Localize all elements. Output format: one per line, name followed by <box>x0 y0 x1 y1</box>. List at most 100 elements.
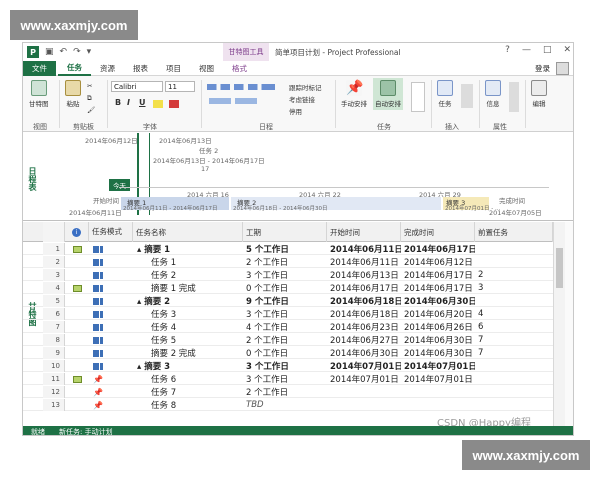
predecessors-cell[interactable] <box>475 399 553 411</box>
font-size-select[interactable]: 11 <box>165 81 195 92</box>
task-name-cell[interactable]: 任务 8 <box>133 399 243 411</box>
indicator-cell[interactable] <box>65 347 89 359</box>
tab-format[interactable]: 格式 <box>223 61 256 76</box>
timeline-pane[interactable]: 日程表 2014年06月12日 2014年06月13日 任务 2 2014年06… <box>23 133 573 221</box>
timeline-bar-summary1[interactable]: 摘要 1 2014年06月11日 - 2014年06月17日 <box>121 197 229 212</box>
indicator-cell[interactable] <box>65 386 89 398</box>
start-cell[interactable]: 2014年06月13日 <box>327 269 401 281</box>
task-name-cell[interactable]: 摘要 2 完成 <box>133 347 243 359</box>
table-row[interactable]: 13 📌 任务 8 TBD <box>23 399 553 411</box>
column-header-predecessors[interactable]: 前置任务 <box>475 222 553 242</box>
task-mode-cell[interactable] <box>89 256 133 268</box>
start-cell[interactable]: 2014年06月27日 <box>327 334 401 346</box>
task-name-cell[interactable]: 任务 1 <box>133 256 243 268</box>
start-cell[interactable]: 2014年06月18日 <box>327 308 401 320</box>
start-cell[interactable]: 2014年06月30日 <box>327 347 401 359</box>
task-name-cell[interactable]: ▴ 摘要 2 <box>133 295 243 307</box>
finish-cell[interactable]: 2014年06月26日 <box>401 321 475 333</box>
table-row[interactable]: 8 任务 5 2 个工作日 2014年06月27日 2014年06月30日 7 <box>23 334 553 346</box>
task-mode-cell[interactable]: 📌 <box>89 386 133 398</box>
indicator-cell[interactable] <box>65 295 89 307</box>
predecessors-cell[interactable]: 7 <box>475 347 553 359</box>
highlight-color-icon[interactable] <box>153 100 163 108</box>
information-button[interactable]: 信息 <box>485 80 501 108</box>
task-name-cell[interactable]: 摘要 1 完成 <box>133 282 243 294</box>
task-name-cell[interactable]: ▴ 摘要 1 <box>133 243 243 255</box>
start-cell[interactable] <box>327 386 401 398</box>
manual-schedule-button[interactable]: 📌 手动安排 <box>341 80 367 108</box>
predecessors-cell[interactable]: 6 <box>475 321 553 333</box>
row-number[interactable]: 7 <box>43 321 65 333</box>
predecessors-cell[interactable] <box>475 243 553 255</box>
duration-cell[interactable]: 2 个工作日 <box>243 386 327 398</box>
row-number[interactable]: 2 <box>43 256 65 268</box>
format-painter-icon[interactable]: 🖌 <box>87 106 95 114</box>
row-number[interactable]: 9 <box>43 347 65 359</box>
inactivate-button[interactable]: 停用 <box>289 106 302 116</box>
insert-task-button[interactable]: 任务 <box>437 80 453 108</box>
predecessors-cell[interactable] <box>475 386 553 398</box>
vertical-scrollbar[interactable] <box>553 222 565 426</box>
duration-cell[interactable]: 2 个工作日 <box>243 334 327 346</box>
inspect-icon[interactable] <box>411 82 425 112</box>
save-icon[interactable]: ▣ <box>45 47 54 57</box>
task-name-cell[interactable]: 任务 7 <box>133 386 243 398</box>
scrollbar-thumb[interactable] <box>556 248 563 288</box>
finish-cell[interactable] <box>401 399 475 411</box>
properties-more-icon[interactable] <box>509 82 519 112</box>
close-button[interactable]: ✕ <box>563 45 571 55</box>
task-name-cell[interactable]: 任务 6 <box>133 373 243 385</box>
avatar[interactable] <box>556 62 569 75</box>
tab-file[interactable]: 文件 <box>23 60 56 76</box>
note-icon[interactable] <box>72 375 82 383</box>
predecessors-cell[interactable] <box>475 360 553 372</box>
cut-icon[interactable]: ✂ <box>87 82 92 90</box>
indicator-cell[interactable] <box>65 269 89 281</box>
select-all-cell[interactable] <box>43 222 65 242</box>
duration-cell[interactable]: 3 个工作日 <box>243 308 327 320</box>
table-row[interactable]: 10 ▴ 摘要 3 3 个工作日 2014年07月01日 2014年07月01日 <box>23 360 553 372</box>
task-mode-cell[interactable] <box>89 269 133 281</box>
respect-links-button[interactable]: 考虑链接 <box>289 94 315 104</box>
table-row[interactable]: 11 📌 任务 6 3 个工作日 2014年07月01日 2014年07月01日 <box>23 373 553 385</box>
task-mode-cell[interactable] <box>89 347 133 359</box>
start-cell[interactable]: 2014年06月23日 <box>327 321 401 333</box>
predecessors-cell[interactable]: 3 <box>475 282 553 294</box>
start-cell[interactable]: 2014年07月01日 <box>327 373 401 385</box>
row-number[interactable]: 5 <box>43 295 65 307</box>
table-row[interactable]: 6 任务 3 3 个工作日 2014年06月18日 2014年06月20日 4 <box>23 308 553 320</box>
task-mode-cell[interactable] <box>89 308 133 320</box>
undo-icon[interactable]: ↶ <box>60 47 68 57</box>
row-number[interactable]: 8 <box>43 334 65 346</box>
note-icon[interactable] <box>72 284 82 292</box>
finish-cell[interactable]: 2014年06月30日 <box>401 295 475 307</box>
task-name-cell[interactable]: ▴ 摘要 3 <box>133 360 243 372</box>
maximize-button[interactable]: □ <box>543 45 552 55</box>
task-mode-cell[interactable] <box>89 360 133 372</box>
task-mode-cell[interactable]: 📌 <box>89 399 133 411</box>
finish-cell[interactable]: 2014年06月30日 <box>401 347 475 359</box>
tab-project[interactable]: 项目 <box>157 61 190 76</box>
start-cell[interactable]: 2014年06月11日 <box>327 256 401 268</box>
indicator-cell[interactable] <box>65 282 89 294</box>
table-row[interactable]: 7 任务 4 4 个工作日 2014年06月23日 2014年06月26日 6 <box>23 321 553 333</box>
duration-cell[interactable]: 0 个工作日 <box>243 347 327 359</box>
predecessors-cell[interactable]: 7 <box>475 334 553 346</box>
column-header-indicators[interactable]: i <box>65 222 89 242</box>
outdent-icon[interactable] <box>235 98 257 104</box>
row-number[interactable]: 4 <box>43 282 65 294</box>
start-cell[interactable]: 2014年06月17日 <box>327 282 401 294</box>
table-row[interactable]: 1 ▴ 摘要 1 5 个工作日 2014年06月11日 2014年06月17日 <box>23 243 553 255</box>
mark-on-track-button[interactable]: 跟踪时标记 <box>289 82 322 92</box>
task-name-cell[interactable]: 任务 4 <box>133 321 243 333</box>
finish-cell[interactable]: 2014年06月17日 <box>401 282 475 294</box>
table-row[interactable]: 2 任务 1 2 个工作日 2014年06月11日 2014年06月12日 <box>23 256 553 268</box>
task-name-cell[interactable]: 任务 2 <box>133 269 243 281</box>
finish-cell[interactable]: 2014年06月17日 <box>401 269 475 281</box>
italic-button[interactable]: I <box>127 98 130 107</box>
row-number[interactable]: 11 <box>43 373 65 385</box>
table-row[interactable]: 5 ▴ 摘要 2 9 个工作日 2014年06月18日 2014年06月30日 <box>23 295 553 307</box>
finish-cell[interactable]: 2014年06月30日 <box>401 334 475 346</box>
editing-button[interactable]: 编辑 <box>531 80 547 108</box>
bold-button[interactable]: B <box>115 98 121 107</box>
